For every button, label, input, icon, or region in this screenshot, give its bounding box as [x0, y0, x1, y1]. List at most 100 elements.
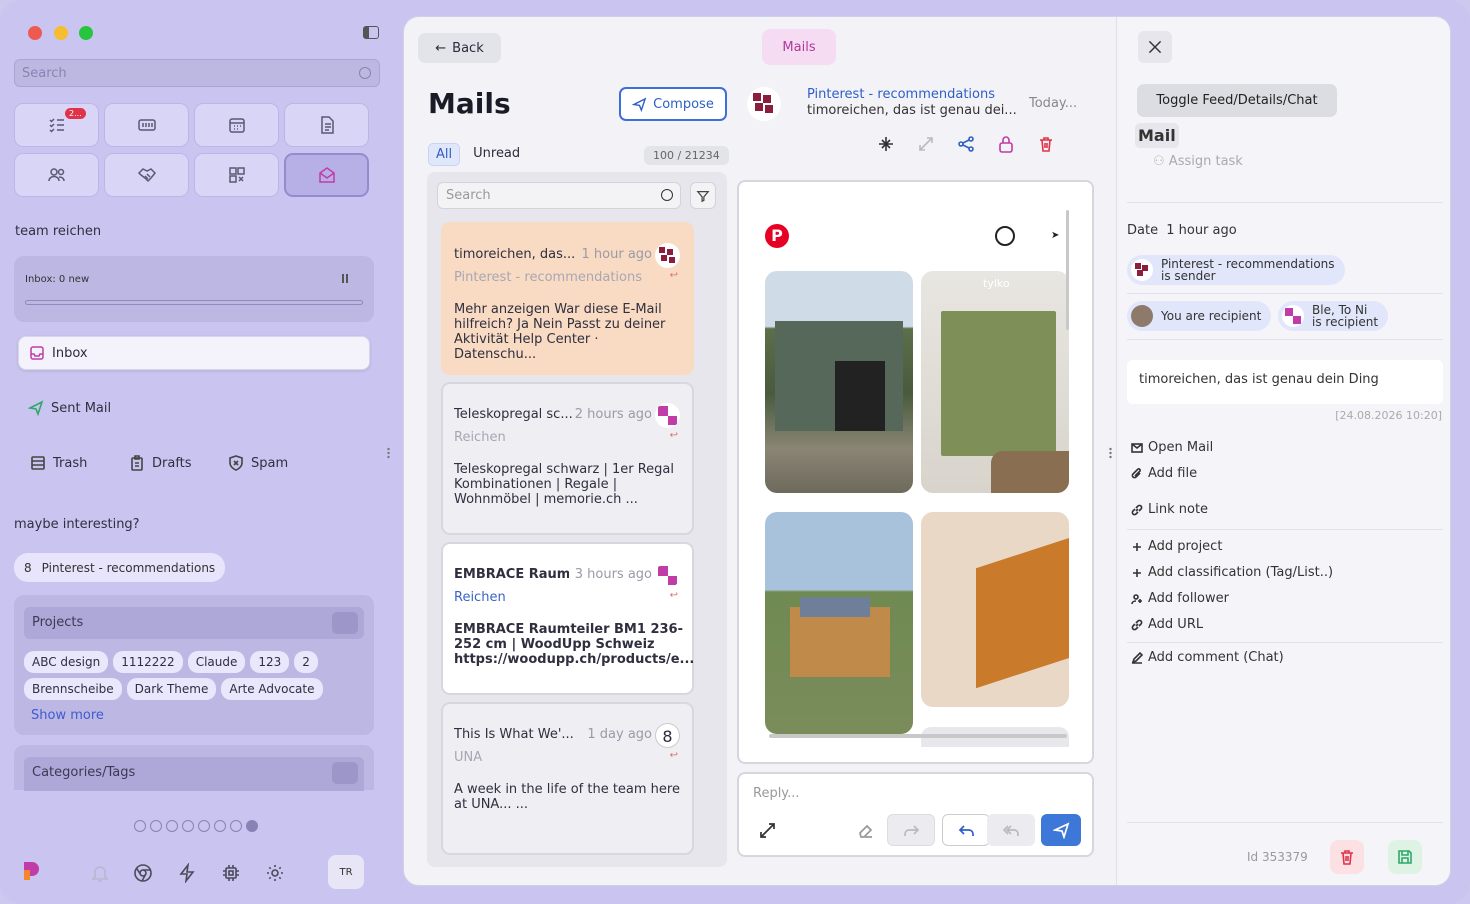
project-chip[interactable]: 2 [294, 651, 318, 673]
maximize-window-button[interactable] [79, 26, 93, 40]
back-button[interactable]: ← Back [418, 33, 501, 63]
page-dot[interactable] [214, 820, 226, 832]
project-chip[interactable]: Dark Theme [126, 678, 217, 700]
categories-search-button[interactable] [332, 762, 358, 784]
folder-sent[interactable]: Sent Mail [28, 400, 111, 416]
sidebar-toggle-icon[interactable] [363, 26, 379, 39]
sender-chip[interactable]: Pinterest - recommendations is sender [1127, 255, 1345, 285]
reply-all-button[interactable] [987, 814, 1035, 846]
sidebar-search-input[interactable]: Search [14, 59, 380, 87]
page-dot[interactable] [182, 820, 194, 832]
delete-icon[interactable] [1037, 135, 1055, 153]
tile-apps[interactable] [194, 153, 279, 197]
expand-reply-button[interactable] [747, 814, 787, 846]
add-file-link[interactable]: Add file [1131, 466, 1197, 481]
assign-task-button[interactable]: ⚇ Assign task [1153, 154, 1243, 169]
project-chip[interactable]: ABC design [24, 651, 109, 673]
eraser-button[interactable] [845, 814, 885, 846]
lightning-icon[interactable] [177, 862, 197, 884]
close-button[interactable] [1138, 31, 1172, 63]
page-dot[interactable] [198, 820, 210, 832]
save-button[interactable] [1388, 840, 1422, 874]
page-dot[interactable] [230, 820, 242, 832]
page-dot[interactable] [166, 820, 178, 832]
toggle-feed-button[interactable]: Toggle Feed/Details/Chat [1137, 84, 1337, 117]
project-chip[interactable]: Arte Advocate [221, 678, 323, 700]
share-icon[interactable] [957, 135, 975, 153]
send-button[interactable] [1041, 814, 1081, 846]
browser-icon[interactable] [133, 863, 153, 883]
recipient-other-chip[interactable]: Ble, To Ni is recipient [1278, 301, 1389, 331]
pin-image-house[interactable] [765, 271, 913, 493]
project-chip[interactable]: Claude [187, 651, 246, 673]
add-project-link[interactable]: Add project [1131, 539, 1222, 554]
pin-image-shelf[interactable]: tylko [921, 271, 1069, 493]
delete-button[interactable] [1330, 840, 1364, 874]
recipient-you-chip[interactable]: You are recipient [1127, 301, 1272, 331]
tile-documents[interactable] [284, 103, 369, 147]
search-icon[interactable] [995, 226, 1015, 246]
tab-mails[interactable]: Mails [762, 29, 836, 65]
tile-contacts[interactable] [14, 153, 99, 197]
project-chip[interactable]: 123 [250, 651, 290, 673]
tile-mail[interactable] [284, 153, 369, 197]
reply-button[interactable] [942, 814, 990, 846]
folder-drafts[interactable]: Drafts [129, 455, 192, 471]
mail-item[interactable]: timoreichen, das... 1 hour ago ↩ Pintere… [441, 222, 694, 375]
mail-item[interactable]: EMBRACE Raum... 3 hours ago ↩ Reichen EM… [441, 542, 694, 695]
compose-label: Compose [653, 96, 714, 112]
sparkle-icon[interactable] [877, 135, 895, 153]
folder-spam[interactable]: Spam [228, 455, 288, 471]
add-follower-link[interactable]: Add follower [1131, 591, 1229, 606]
pause-icon[interactable] [342, 274, 348, 283]
show-more-link[interactable]: Show more [31, 708, 104, 723]
expand-icon[interactable] [917, 135, 935, 153]
mail-item[interactable]: Teleskopregal sc... 2 hours ago ↩ Reiche… [441, 382, 694, 535]
reply-box[interactable]: Reply... [737, 772, 1094, 857]
add-comment-link[interactable]: Add comment (Chat) [1131, 650, 1284, 665]
folder-trash[interactable]: Trash [30, 455, 87, 471]
projects-search-button[interactable] [332, 612, 358, 634]
tile-calendar[interactable] [194, 103, 279, 147]
project-chip[interactable]: 1112222 [113, 651, 183, 673]
filter-unread[interactable]: Unread [466, 143, 527, 166]
filter-all[interactable]: All [428, 143, 461, 166]
mail-viewer[interactable]: P ➤ tylko [737, 180, 1094, 764]
viewer-h-scrollbar[interactable] [769, 734, 1067, 738]
folder-trash-label: Trash [53, 455, 88, 471]
lock-icon[interactable] [997, 135, 1015, 153]
compose-button[interactable]: Compose [619, 87, 727, 121]
page-dot[interactable] [134, 820, 146, 832]
gear-icon[interactable] [265, 863, 285, 883]
tile-counter[interactable] [104, 103, 189, 147]
add-classification-link[interactable]: Add classification (Tag/List..) [1131, 565, 1333, 580]
forward-button[interactable] [887, 814, 935, 846]
chip-icon[interactable] [221, 863, 241, 883]
pin-image-cabinet[interactable] [921, 512, 1069, 707]
mail-search-input[interactable]: Search [437, 182, 681, 209]
link-note-link[interactable]: Link note [1131, 502, 1208, 517]
viewer-scrollbar[interactable] [1066, 210, 1069, 330]
sidebar-resize-handle[interactable] [387, 447, 390, 459]
add-url-link[interactable]: Add URL [1131, 617, 1203, 632]
mail-item[interactable]: This Is What We'... 1 day ago 8 ↩ UNA A … [441, 702, 694, 855]
page-dot[interactable] [150, 820, 162, 832]
close-window-button[interactable] [28, 26, 42, 40]
reply-input[interactable]: Reply... [753, 786, 800, 801]
recipient-role: is recipient [1312, 315, 1379, 329]
minimize-window-button[interactable] [54, 26, 68, 40]
folder-inbox[interactable]: Inbox [18, 336, 370, 370]
notifications-icon[interactable] [90, 863, 110, 883]
project-chip[interactable]: Brennscheibe [24, 678, 122, 700]
filter-icon[interactable] [690, 182, 716, 209]
preview-from[interactable]: Pinterest - recommendations [807, 87, 995, 102]
page-dot-active[interactable] [246, 820, 258, 832]
inbox-icon [30, 346, 44, 360]
open-mail-link[interactable]: Open Mail [1131, 440, 1213, 455]
suggestion-pill[interactable]: 8 Pinterest - recommendations [14, 553, 226, 582]
tile-deals[interactable] [104, 153, 189, 197]
user-avatar[interactable]: TR [328, 855, 364, 889]
tile-tasks[interactable]: 2... [14, 103, 99, 147]
pin-image-cottage[interactable] [765, 512, 913, 734]
panel-resize-handle[interactable] [1109, 447, 1112, 459]
